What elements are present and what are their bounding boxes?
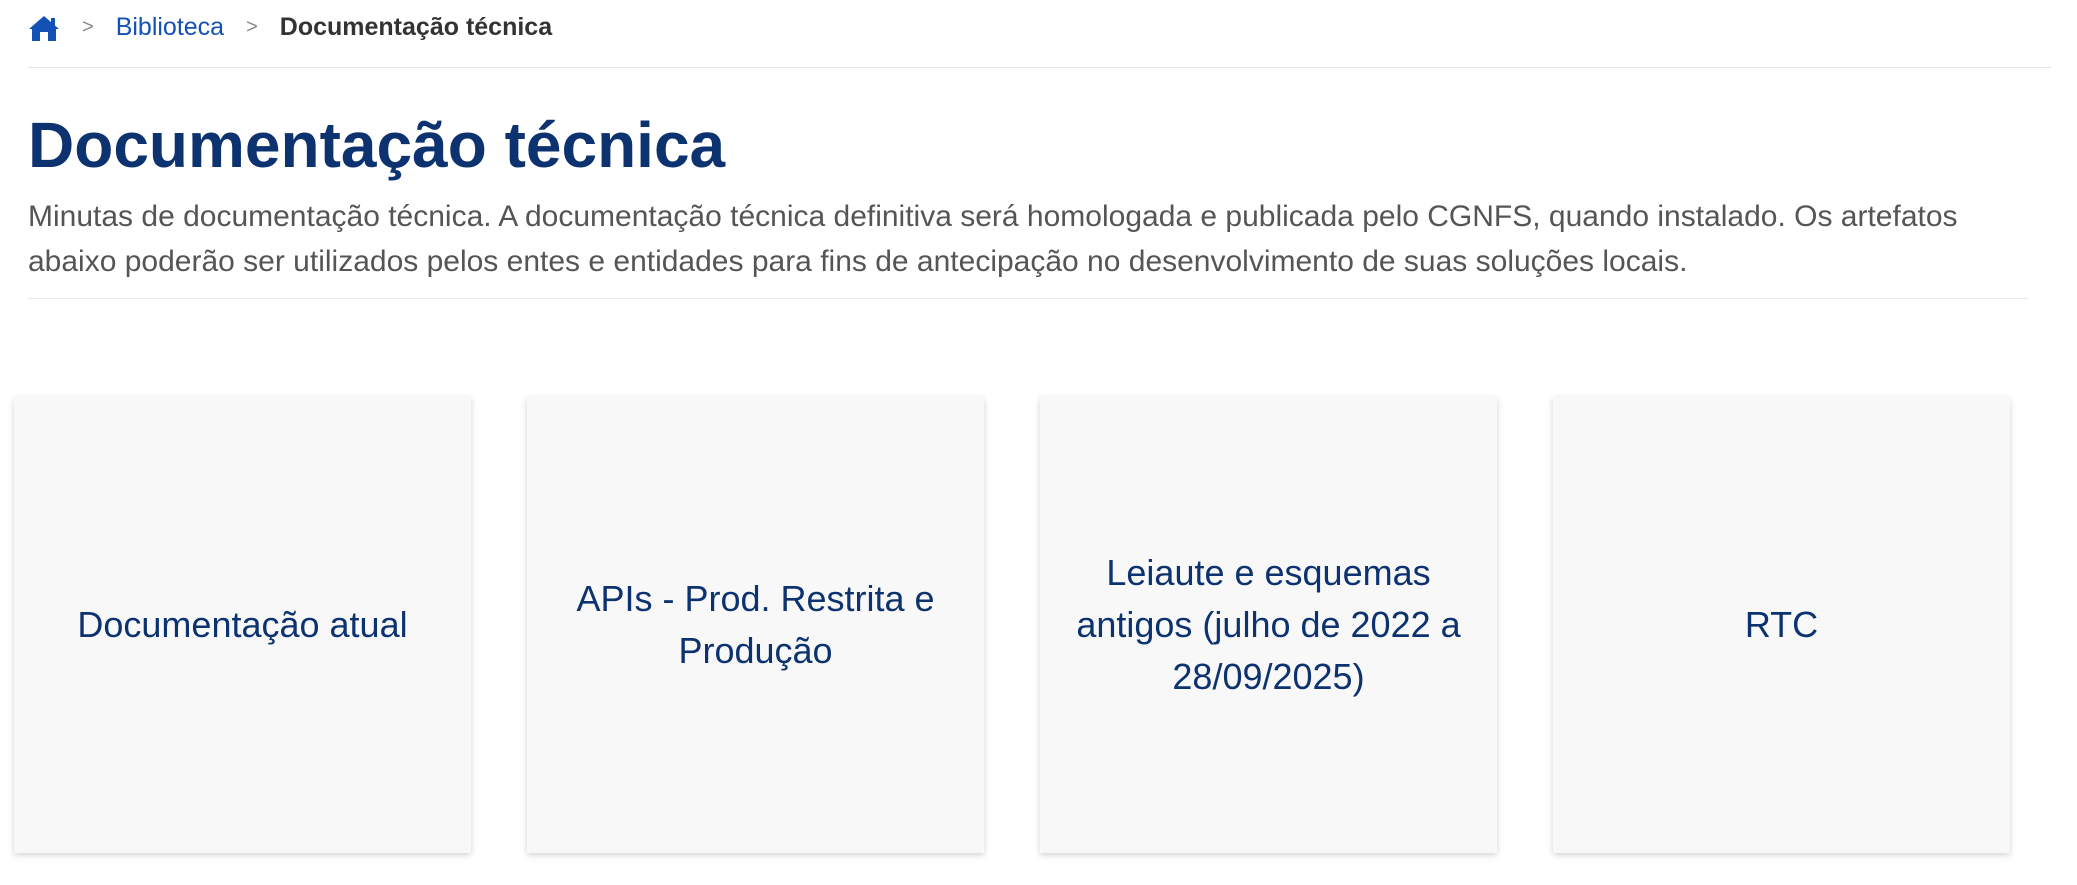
card-rtc[interactable]: RTC: [1553, 397, 2010, 853]
breadcrumb-current: Documentação técnica: [279, 13, 553, 41]
breadcrumb-link-biblioteca[interactable]: Biblioteca: [116, 13, 224, 42]
home-icon-graphic: [29, 15, 59, 41]
card-grid: Documentação atual APIs - Prod. Restrita…: [14, 397, 2010, 853]
card-label: Documentação atual: [77, 604, 408, 645]
card-apis[interactable]: APIs - Prod. Restrita e Produção: [527, 397, 984, 853]
breadcrumb-separator: >: [82, 16, 94, 38]
home-icon[interactable]: [28, 13, 60, 43]
card-label: RTC: [1744, 604, 1819, 645]
card-leiaute-esquemas-antigos[interactable]: Leiaute e esquemas antigos (julho de 202…: [1040, 397, 1497, 853]
card-label: Leiaute e esquemas antigos (julho de 202…: [1076, 552, 1461, 697]
breadcrumb: > Biblioteca > Documentação técnica: [28, 0, 2051, 68]
page-title: Documentação técnica: [28, 109, 726, 181]
card-documentacao-atual[interactable]: Documentação atual: [14, 397, 471, 853]
breadcrumb-separator: >: [246, 16, 258, 38]
page-description: Minutas de documentação técnica. A docum…: [28, 194, 2028, 300]
card-label: APIs - Prod. Restrita e Produção: [576, 578, 935, 671]
main-content: > Biblioteca > Documentação técnica Docu…: [28, 0, 2051, 300]
